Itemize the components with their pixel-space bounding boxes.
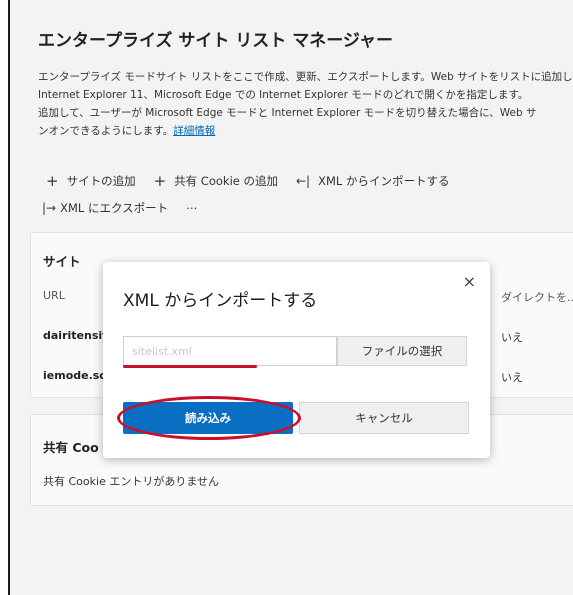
close-icon[interactable]: × xyxy=(463,272,476,291)
table-row-url[interactable]: dairitensit xyxy=(43,329,107,342)
sites-card-title: サイト xyxy=(43,254,81,269)
choose-file-button[interactable]: ファイルの選択 xyxy=(337,336,467,366)
description-text: ンオンできるようにします。 xyxy=(38,125,174,137)
import-xml-dialog: XML からインポートする × ファイルの選択 読み込み キャンセル xyxy=(103,262,490,458)
export-xml-button[interactable]: |→ XML にエクスポート xyxy=(42,200,168,216)
description-line-2: Internet Explorer 11、Microsoft Edge での I… xyxy=(38,89,529,101)
cancel-button[interactable]: キャンセル xyxy=(299,402,469,434)
import-icon: ←| xyxy=(296,174,311,188)
add-cookie-label: 共有 Cookie の追加 xyxy=(174,174,278,188)
import-xml-label: XML からインポートする xyxy=(318,174,450,188)
dialog-title: XML からインポートする xyxy=(123,291,318,311)
highlight-underline xyxy=(123,365,257,368)
table-row-url[interactable]: iemode.sc xyxy=(43,369,106,382)
plus-icon: + xyxy=(153,172,167,190)
add-site-button[interactable]: + サイトの追加 xyxy=(46,172,136,190)
toolbar-row-2: |→ XML にエクスポート ⋯ xyxy=(42,200,216,216)
add-cookie-button[interactable]: + 共有 Cookie の追加 xyxy=(154,172,278,190)
export-xml-label: XML にエクスポート xyxy=(60,201,169,215)
more-options-button[interactable]: ⋯ xyxy=(186,201,198,215)
description-line-1: エンタープライズ モードサイト リストをここで作成、更新、エクスポートします。W… xyxy=(38,71,573,83)
more-icon: ⋯ xyxy=(186,201,198,215)
toolbar: + サイトの追加 + 共有 Cookie の追加 ←| XML からインポートす… xyxy=(46,172,467,190)
export-icon: |→ xyxy=(42,201,57,215)
cookies-card-title: 共有 Coo xyxy=(43,440,99,455)
file-path-input[interactable] xyxy=(123,336,337,366)
cookies-empty-message: 共有 Cookie エントリがありません xyxy=(43,475,219,488)
description-line-4: ンオンできるようにします。詳細情報 xyxy=(38,122,573,140)
highlight-ellipse xyxy=(117,396,301,440)
import-xml-button[interactable]: ←| XML からインポートする xyxy=(296,173,449,189)
column-header-url[interactable]: URL xyxy=(43,289,65,302)
add-site-label: サイトの追加 xyxy=(66,174,136,188)
column-header-redirect[interactable]: ダイレクトを... xyxy=(501,289,573,305)
table-row-redirect: いえ xyxy=(501,331,523,344)
plus-icon: + xyxy=(46,172,59,190)
table-row-redirect: いえ xyxy=(501,371,523,384)
learn-more-link[interactable]: 詳細情報 xyxy=(173,125,215,137)
page-title: エンタープライズ サイト リスト マネージャー xyxy=(38,31,394,51)
page-description: エンタープライズ モードサイト リストをここで作成、更新、エクスポートします。W… xyxy=(38,68,573,140)
description-line-3: 追加して、ユーザーが Microsoft Edge モードと Internet … xyxy=(38,107,537,119)
